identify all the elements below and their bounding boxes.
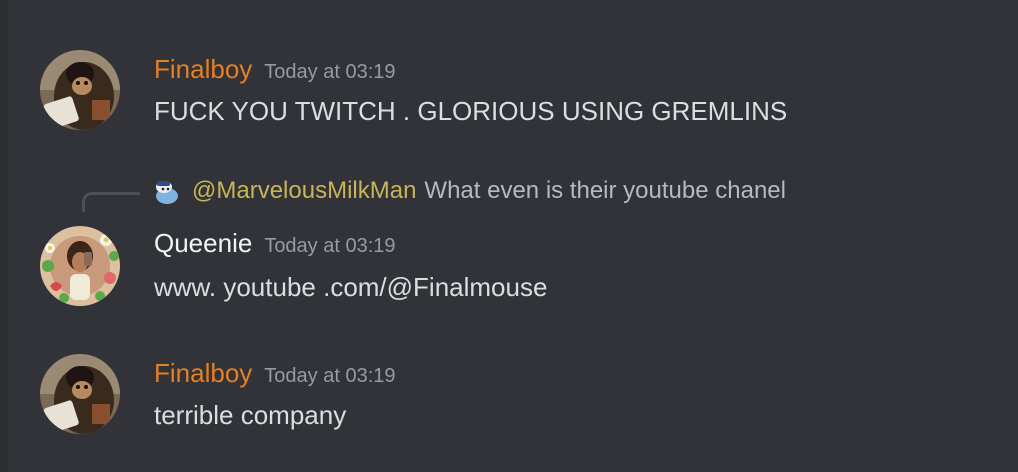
timestamp[interactable]: Today at 03:19: [264, 61, 395, 83]
timestamp[interactable]: Today at 03:19: [264, 235, 395, 257]
monkey-avatar-icon: [40, 50, 120, 130]
message-content: www. youtube .com/@Finalmouse: [154, 272, 548, 302]
message-content: FUCK YOU TWITCH . GLORIOUS USING GREMLIN…: [154, 96, 788, 126]
avatar[interactable]: [40, 50, 120, 130]
chat-message: Finalboy Today at 03:19 terrible company: [0, 320, 1018, 472]
username[interactable]: Finalboy: [154, 358, 252, 388]
username[interactable]: Queenie: [154, 228, 252, 258]
avatar[interactable]: [40, 354, 120, 434]
chat-message: Finalboy Today at 03:19 FUCK YOU TWITCH .…: [0, 0, 1018, 170]
monkey-avatar-icon: [40, 354, 120, 434]
timestamp[interactable]: Today at 03:19: [264, 365, 395, 387]
username[interactable]: Finalboy: [154, 54, 252, 84]
queenie-flower-avatar-icon: [40, 226, 120, 306]
message-content: terrible company: [154, 400, 347, 430]
avatar[interactable]: [40, 226, 120, 306]
chat-messages: Finalboy Today at 03:19 FUCK YOU TWITCH .…: [0, 0, 1018, 472]
chat-message: Queenie Today at 03:19 www. youtube .com/…: [0, 170, 1018, 320]
